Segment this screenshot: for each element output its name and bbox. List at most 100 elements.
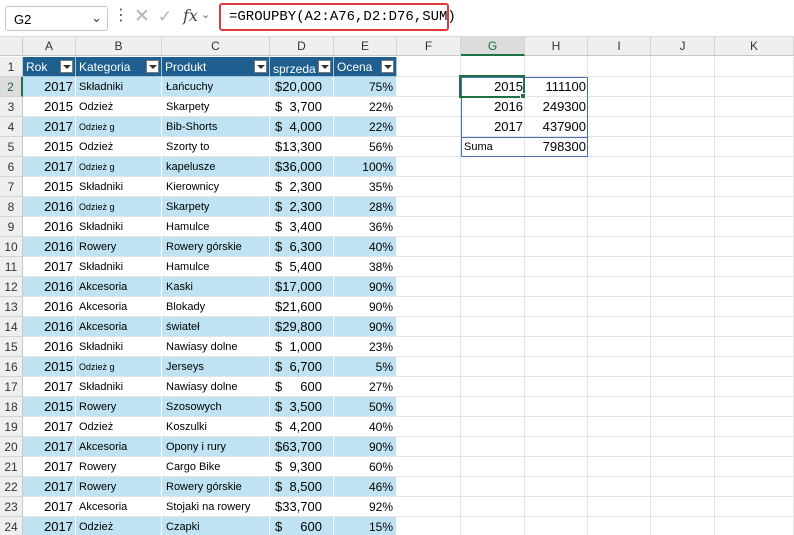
table-cell[interactable]: 2017 <box>23 517 76 535</box>
grid-cell[interactable] <box>397 517 461 535</box>
grid-cell[interactable] <box>461 277 525 297</box>
grid-cell[interactable] <box>525 337 588 357</box>
cancel-icon[interactable]: ✕ <box>133 7 151 27</box>
table-cell[interactable]: Rowery <box>76 237 162 257</box>
table-cell[interactable]: Składniki <box>76 377 162 397</box>
table-cell[interactable]: Odzież <box>76 137 162 157</box>
table-cell[interactable]: Cargo Bike <box>162 457 270 477</box>
table-cell[interactable]: Odzież <box>76 97 162 117</box>
grid-cell[interactable] <box>397 417 461 437</box>
grid-cell[interactable] <box>651 317 715 337</box>
column-header-e[interactable]: E <box>334 37 397 56</box>
table-cell[interactable]: 27% <box>334 377 397 397</box>
grid-cell[interactable] <box>397 197 461 217</box>
grid-cell[interactable] <box>651 117 715 137</box>
grid-cell[interactable] <box>525 457 588 477</box>
grid-cell[interactable] <box>525 397 588 417</box>
grid-cell[interactable] <box>525 317 588 337</box>
row-header-1[interactable]: 1 <box>0 57 23 77</box>
grid-cell[interactable] <box>461 437 525 457</box>
row-header-13[interactable]: 13 <box>0 297 23 317</box>
table-cell[interactable]: Opony i rury <box>162 437 270 457</box>
table-cell[interactable]: Stojaki na rowery <box>162 497 270 517</box>
table-cell[interactable]: 2015 <box>23 137 76 157</box>
grid-cell[interactable] <box>461 377 525 397</box>
column-header-i[interactable]: I <box>588 37 651 56</box>
grid-cell[interactable] <box>715 477 794 497</box>
table-cell[interactable]: 50% <box>334 397 397 417</box>
table-cell[interactable]: 56% <box>334 137 397 157</box>
table-cell[interactable]: 100% <box>334 157 397 177</box>
grid-cell[interactable] <box>651 277 715 297</box>
row-header-8[interactable]: 8 <box>0 197 23 217</box>
grid-cell[interactable] <box>397 477 461 497</box>
grid-cell[interactable] <box>588 517 651 535</box>
table-cell[interactable]: Rowery górskie <box>162 237 270 257</box>
grid-cell[interactable] <box>651 417 715 437</box>
table-cell[interactable]: Składniki <box>76 77 162 97</box>
table-cell[interactable]: Składniki <box>76 257 162 277</box>
table-cell[interactable]: $ 2,300 <box>270 197 334 217</box>
table-cell[interactable]: Rowery <box>76 477 162 497</box>
row-header-23[interactable]: 23 <box>0 497 23 517</box>
table-cell[interactable]: 90% <box>334 297 397 317</box>
grid-cell[interactable] <box>715 57 794 77</box>
table-cell[interactable]: 2017 <box>23 457 76 477</box>
grid-cell[interactable] <box>588 157 651 177</box>
select-all-corner[interactable] <box>0 37 23 56</box>
grid-cell[interactable] <box>588 417 651 437</box>
grid-cell[interactable] <box>651 357 715 377</box>
table-cell[interactable]: 2017 <box>23 117 76 137</box>
grid-cell[interactable] <box>651 57 715 77</box>
row-header-18[interactable]: 18 <box>0 397 23 417</box>
table-cell[interactable]: Rowery <box>76 457 162 477</box>
enter-icon[interactable]: ✓ <box>156 7 174 27</box>
row-header-7[interactable]: 7 <box>0 177 23 197</box>
table-cell[interactable]: $ 6,700 <box>270 357 334 377</box>
column-header-b[interactable]: B <box>76 37 162 56</box>
table-cell[interactable]: 15% <box>334 517 397 535</box>
table-cell[interactable]: Koszulki <box>162 417 270 437</box>
column-header-j[interactable]: J <box>651 37 715 56</box>
table-cell[interactable]: $ 9,300 <box>270 457 334 477</box>
table-cell[interactable]: Odzież g <box>76 157 162 177</box>
grid-cell[interactable] <box>397 457 461 477</box>
grid-cell[interactable] <box>715 517 794 535</box>
table-cell[interactable]: Rowery górskie <box>162 477 270 497</box>
table-cell[interactable]: Szosowych <box>162 397 270 417</box>
table-cell[interactable]: Kaski <box>162 277 270 297</box>
row-header-17[interactable]: 17 <box>0 377 23 397</box>
grid-cell[interactable] <box>525 377 588 397</box>
fill-handle[interactable] <box>520 93 526 99</box>
row-header-12[interactable]: 12 <box>0 277 23 297</box>
table-cell[interactable]: świateł <box>162 317 270 337</box>
grid-cell[interactable] <box>525 197 588 217</box>
table-cell[interactable]: $ 2,300 <box>270 177 334 197</box>
table-cell[interactable]: 22% <box>334 117 397 137</box>
grid-cell[interactable] <box>525 417 588 437</box>
grid-cell[interactable] <box>461 397 525 417</box>
grid-cell[interactable] <box>588 497 651 517</box>
table-cell[interactable]: 2016 <box>23 237 76 257</box>
table-cell[interactable]: 2017 <box>23 437 76 457</box>
grid-cell[interactable] <box>588 477 651 497</box>
table-cell[interactable]: 2016 <box>23 297 76 317</box>
grid-cell[interactable] <box>588 317 651 337</box>
table-cell[interactable]: $29,800 <box>270 317 334 337</box>
row-header-24[interactable]: 24 <box>0 517 23 535</box>
table-cell[interactable]: Odzież <box>76 417 162 437</box>
grid-cell[interactable] <box>397 437 461 457</box>
table-cell[interactable]: Czapki <box>162 517 270 535</box>
grid-cell[interactable] <box>397 497 461 517</box>
table-cell[interactable]: $ 3,700 <box>270 97 334 117</box>
column-header-h[interactable]: H <box>525 37 588 56</box>
table-cell[interactable]: Składniki <box>76 217 162 237</box>
table-cell[interactable]: $63,700 <box>270 437 334 457</box>
grid-cell[interactable] <box>461 477 525 497</box>
grid-cell[interactable] <box>715 137 794 157</box>
grid-cell[interactable] <box>651 377 715 397</box>
grid-cell[interactable] <box>525 357 588 377</box>
grid-cell[interactable] <box>397 337 461 357</box>
grid-cell[interactable] <box>397 77 461 97</box>
table-cell[interactable]: Jerseys <box>162 357 270 377</box>
